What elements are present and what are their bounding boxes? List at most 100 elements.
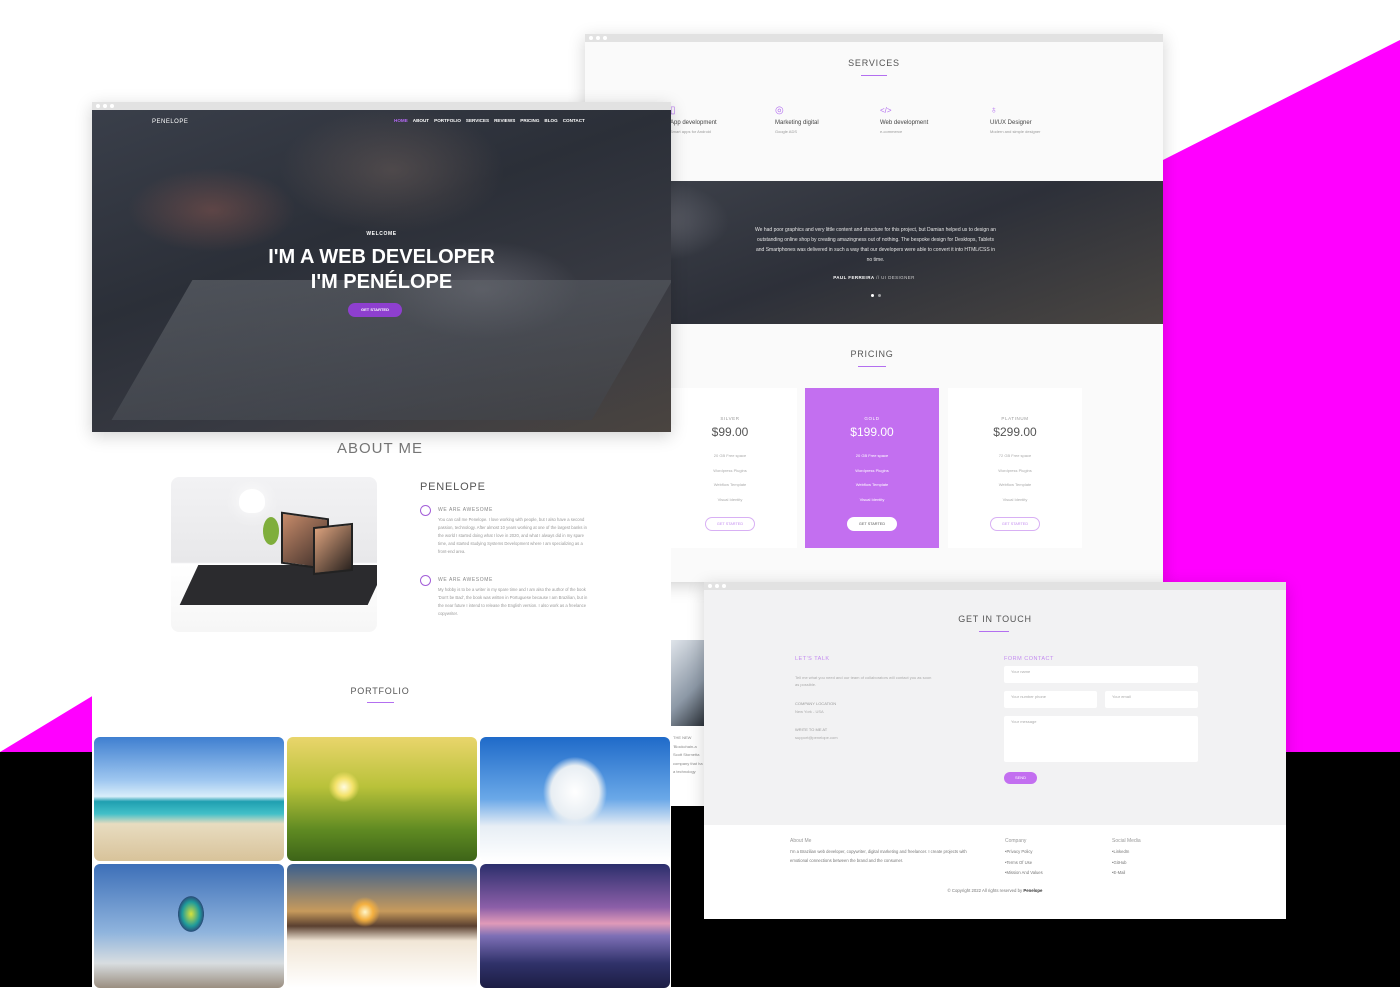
footer-company-links: •Privacy Policy •Terms Of Use •Mission A…: [1005, 847, 1043, 879]
target-icon: ◎: [775, 105, 784, 116]
hero-window: PENELOPE HOME ABOUT PORTFOLIO SERVICES R…: [92, 102, 671, 432]
mission-link[interactable]: •Mission And Values: [1005, 868, 1043, 879]
contact-email[interactable]: support@penelope.com: [795, 734, 838, 741]
lake-boat-photo[interactable]: [480, 864, 670, 988]
blog-text: 'Blockchain-a Scott Stornetta company th…: [673, 743, 703, 775]
portfolio-grid: [92, 734, 671, 988]
service-app-development[interactable]: ▯ App development Smart apps for Android: [670, 106, 717, 135]
author-role: // UI DESIGNER: [876, 275, 915, 280]
plan-get-started-button[interactable]: GET STARTED: [990, 517, 1040, 532]
send-button[interactable]: SEND: [1004, 772, 1037, 784]
message-textarea[interactable]: Your message: [1004, 716, 1198, 762]
pager-dot[interactable]: [878, 294, 881, 297]
copyright-text: © Copyright 2022 All rights reserved by: [947, 888, 1024, 893]
service-web-development[interactable]: </> Web development e-commerce: [880, 106, 928, 134]
about-block: [420, 505, 431, 516]
nav-portfolio[interactable]: PORTFOLIO: [434, 118, 461, 123]
form-contact-label: FORM CONTACT: [1004, 656, 1054, 662]
write-label: WRITE TO ME AT: [795, 727, 828, 732]
site-logo[interactable]: PENELOPE: [152, 119, 188, 125]
plan-feature: Wordpress Plugins: [713, 467, 747, 473]
background-magenta-triangle: [0, 695, 94, 752]
code-icon: </>: [880, 106, 892, 115]
title-underline: [979, 631, 1009, 632]
location-value: New York - USA: [795, 709, 824, 714]
about-title: ABOUT ME: [336, 440, 424, 457]
get-started-button[interactable]: GET STARTED: [348, 303, 402, 317]
main-nav: HOME ABOUT PORTFOLIO SERVICES REVIEWS PR…: [394, 118, 585, 123]
footer-about-text: I'm a Brazilian web developer, copywrite…: [790, 849, 967, 863]
about-text: You can call me Penelope. I love working…: [438, 517, 587, 554]
window-titlebar: [704, 582, 1286, 590]
lets-talk-label: LET'S TALK: [795, 656, 830, 662]
service-title: App development: [670, 120, 717, 126]
plan-get-started-button[interactable]: GET STARTED: [705, 517, 755, 532]
hero-headline-line: I'M A WEB DEVELOPER: [268, 246, 495, 268]
service-subtitle: e-commerce: [880, 129, 903, 134]
nav-home[interactable]: HOME: [394, 118, 408, 123]
beach-photo[interactable]: [94, 737, 284, 861]
nav-reviews[interactable]: REVIEWS: [494, 118, 515, 123]
author-name: PAUL FERREIRA: [833, 275, 875, 280]
hero-section: PENELOPE HOME ABOUT PORTFOLIO SERVICES R…: [92, 110, 671, 432]
bulb-icon: ♁: [990, 105, 998, 116]
wheat-field-photo[interactable]: [287, 737, 477, 861]
nav-services[interactable]: SERVICES: [466, 118, 489, 123]
testimonial-author: PAUL FERREIRA // UI DESIGNER: [585, 275, 1163, 280]
plan-feature: Visual Identity: [1002, 496, 1028, 502]
about-subtitle: WE ARE AWESOME: [438, 507, 493, 513]
plan-feature: Webflow Template: [855, 482, 889, 488]
window-titlebar: [585, 34, 1163, 42]
plan-feature: 20 GB Free space: [713, 453, 747, 458]
blog-label: THE NEW: [673, 735, 692, 740]
footer-about-title: About Me: [790, 838, 812, 844]
frosted-tree-photo[interactable]: [480, 737, 670, 861]
pricing-title: PRICING: [850, 349, 894, 359]
plan-get-started-button[interactable]: GET STARTED: [847, 517, 897, 532]
privacy-policy-link[interactable]: •Privacy Policy: [1005, 847, 1043, 858]
plan-price: $299.00: [993, 425, 1037, 439]
bulb-icon: [420, 575, 431, 586]
copyright: © Copyright 2022 All rights reserved by …: [704, 888, 1286, 893]
services-title: SERVICES: [848, 58, 900, 68]
github-link[interactable]: •GitHub: [1112, 858, 1129, 869]
testimonial-pager[interactable]: [871, 294, 881, 297]
pager-dot[interactable]: [871, 294, 874, 297]
nav-about[interactable]: ABOUT: [413, 118, 429, 123]
footer-social-links: •LinkedIn •GitHub •E-Mail: [1112, 847, 1129, 879]
hero-headline-line: I'M PENÉLOPE: [310, 271, 453, 293]
footer-social-title: Social Media: [1112, 838, 1141, 844]
nav-pricing[interactable]: PRICING: [520, 118, 539, 123]
about-subtitle: WE ARE AWESOME: [438, 577, 493, 583]
email-input[interactable]: Your email: [1105, 691, 1198, 708]
plan-name: PLATINUM: [1001, 416, 1029, 421]
plan-feature: Wordpress Plugins: [998, 467, 1032, 473]
nav-contact[interactable]: CONTACT: [563, 118, 585, 123]
name-input[interactable]: Your name: [1004, 666, 1198, 683]
service-title: Web development: [880, 120, 929, 126]
service-uiux-designer[interactable]: ♁ UI/UX Designer Modern and simple desig…: [990, 105, 1040, 135]
service-marketing-digital[interactable]: ◎ Marketing digital Google ADS: [775, 105, 819, 135]
workspace-photo: [171, 477, 377, 632]
about-text: My hobby is to be a writer in my spare t…: [438, 587, 588, 616]
contact-title: GET IN TOUCH: [958, 614, 1032, 624]
plan-feature: Webflow Template: [998, 482, 1032, 488]
user-icon: [420, 505, 431, 516]
linkedin-link[interactable]: •LinkedIn: [1112, 847, 1129, 858]
terms-link[interactable]: •Terms Of Use: [1005, 858, 1043, 869]
hero-welcome: WELCOME: [366, 231, 397, 237]
plan-feature: Visual Identity: [859, 496, 885, 502]
blog-preview-strip: THE NEW 'Blockchain-a Scott Stornetta co…: [671, 640, 704, 806]
email-link[interactable]: •E-Mail: [1112, 868, 1129, 879]
phone-input[interactable]: Your number phone: [1004, 691, 1097, 708]
hot-air-balloon-photo[interactable]: [94, 864, 284, 988]
plan-gold: GOLD $199.00 20 GB Free space Wordpress …: [805, 388, 939, 548]
nav-blog[interactable]: BLOG: [544, 118, 557, 123]
blog-excerpt: THE NEW 'Blockchain-a Scott Stornetta co…: [673, 734, 704, 777]
snowy-sunset-photo[interactable]: [287, 864, 477, 988]
hero-headline: I'M A WEB DEVELOPER I'M PENÉLOPE: [92, 245, 671, 295]
about-name: PENELOPE: [420, 481, 486, 493]
plan-features: 20 GB Free space Wordpress Plugins Webfl…: [663, 449, 797, 507]
service-subtitle: Google ADS: [775, 129, 798, 134]
service-subtitle: Smart apps for Android: [670, 129, 711, 134]
